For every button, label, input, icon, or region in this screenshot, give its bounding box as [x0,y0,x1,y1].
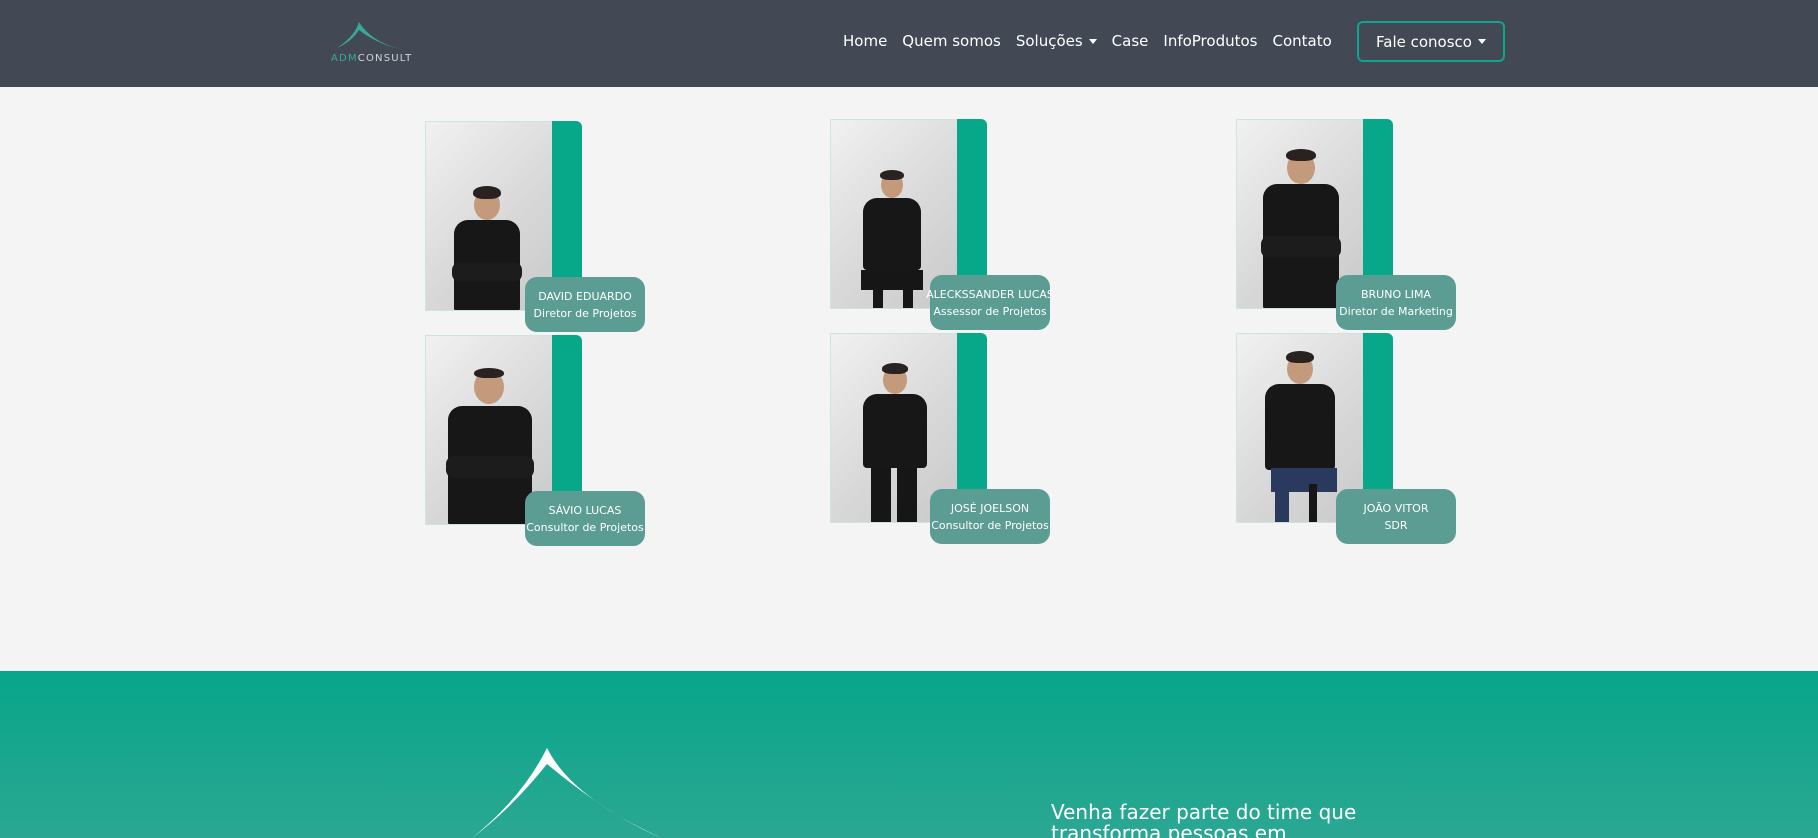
top-navbar: ADMCONSULT Home Quem somos Soluções Case… [0,0,1818,87]
member-role: Diretor de Marketing [1339,304,1453,318]
member-label: JOSÉ JOELSON Consultor de Projetos [930,489,1050,544]
join-team-line-1: Venha fazer parte do time que [1051,800,1357,824]
join-team-section: Venha fazer parte do time que transforma… [0,671,1818,838]
caret-down-icon [1088,39,1097,44]
nav-solucoes-label: Soluções [1015,32,1083,50]
team-card: SÁVIO LUCAS Consultor de Projetos [425,335,645,547]
nav-infoprodutos[interactable]: InfoProdutos [1163,31,1257,53]
member-role: Consultor de Projetos [931,518,1049,532]
mountain-icon [337,22,403,50]
brand-prefix: ADM [331,53,358,64]
member-name: DAVID EDUARDO [538,289,632,303]
nav-quem-somos[interactable]: Quem somos [902,31,1001,53]
brand-logo[interactable]: ADMCONSULT [331,20,415,66]
fale-conosco-label: Fale conosco [1376,32,1472,51]
join-team-line-2: transforma pessoas em [1051,821,1287,838]
member-role: Consultor de Projetos [526,520,644,534]
member-name: JOSÉ JOELSON [950,501,1030,515]
join-team-text: Venha fazer parte do time que transforma… [1051,802,1381,838]
team-card: ALECKSSANDER LUCAS Assessor de Projetos [830,119,1054,331]
nav-solucoes[interactable]: Soluções [1016,31,1097,53]
member-role: Diretor de Projetos [533,306,637,320]
member-name: ALECKSSANDER LUCAS [926,287,1054,301]
member-name: SÁVIO LUCAS [548,503,622,517]
mountain-logo-icon [472,748,662,838]
member-label: SÁVIO LUCAS Consultor de Projetos [525,491,645,546]
member-label: ALECKSSANDER LUCAS Assessor de Projetos [926,275,1054,330]
member-label: JOÃO VITOR SDR [1336,489,1456,544]
team-card: BRUNO LIMA Diretor de Marketing [1236,119,1456,331]
team-card: JOÃO VITOR SDR [1236,333,1456,545]
brand-wordmark: ADMCONSULT [331,53,413,64]
member-role: Assessor de Projetos [933,304,1047,318]
member-label: DAVID EDUARDO Diretor de Projetos [525,277,645,332]
member-label: BRUNO LIMA Diretor de Marketing [1336,275,1456,330]
nav-case[interactable]: Case [1112,31,1149,53]
caret-down-icon [1477,39,1486,44]
brand-suffix: CONSULT [357,53,413,64]
member-name: JOÃO VITOR [1363,501,1429,515]
team-card: DAVID EDUARDO Diretor de Projetos [425,121,645,333]
main-nav: Home Quem somos Soluções Case InfoProdut… [843,31,1347,53]
member-name: BRUNO LIMA [1360,287,1431,301]
nav-contato[interactable]: Contato [1272,31,1331,53]
fale-conosco-button[interactable]: Fale conosco [1357,21,1505,62]
nav-home[interactable]: Home [843,31,887,53]
member-role: SDR [1384,518,1408,532]
team-card: JOSÉ JOELSON Consultor de Projetos [830,333,1050,545]
